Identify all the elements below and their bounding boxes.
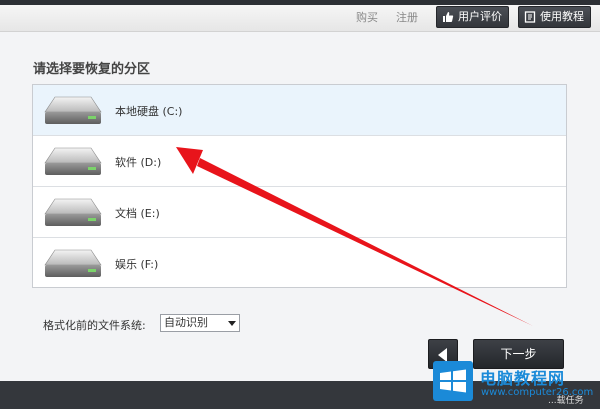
- buy-link[interactable]: 购买: [356, 12, 378, 24]
- partition-label: 娱乐 (F:): [115, 258, 159, 271]
- filesystem-select[interactable]: 自动识别: [160, 314, 240, 332]
- chevron-down-icon: [228, 321, 236, 326]
- register-link[interactable]: 注册: [396, 12, 418, 24]
- tutorial-button[interactable]: 使用教程: [518, 6, 591, 28]
- partition-label: 本地硬盘 (C:): [115, 105, 183, 118]
- watermark-title: 电脑教程网: [480, 369, 566, 388]
- user-review-button[interactable]: 用户评价: [436, 6, 509, 28]
- hard-drive-icon: [44, 96, 102, 124]
- watermark-extra: ...载任务: [548, 396, 584, 406]
- book-icon: [524, 11, 536, 23]
- arrow-left-icon: [438, 348, 447, 362]
- hard-drive-icon: [44, 249, 102, 277]
- hard-drive-icon: [44, 147, 102, 175]
- hard-drive-icon: [44, 198, 102, 226]
- header-bar: 购买 注册 用户评价 使用教程: [0, 5, 600, 32]
- filesystem-select-value: 自动识别: [164, 316, 208, 329]
- user-review-label: 用户评价: [458, 10, 502, 23]
- partition-item-e[interactable]: 文档 (E:): [33, 187, 566, 238]
- thumbs-up-icon: [443, 12, 454, 22]
- partition-label: 软件 (D:): [115, 156, 162, 169]
- partition-list: 本地硬盘 (C:) 软件 (D:) 文档 (E:) 娱乐 (F:): [32, 84, 567, 288]
- windows-logo-icon: [433, 361, 473, 401]
- tutorial-label: 使用教程: [540, 10, 584, 23]
- partition-item-c[interactable]: 本地硬盘 (C:): [33, 85, 566, 136]
- page-title: 请选择要恢复的分区: [33, 62, 151, 77]
- filesystem-label: 格式化前的文件系统:: [43, 319, 146, 332]
- partition-item-f[interactable]: 娱乐 (F:): [33, 238, 566, 289]
- partition-item-d[interactable]: 软件 (D:): [33, 136, 566, 187]
- partition-label: 文档 (E:): [115, 207, 160, 220]
